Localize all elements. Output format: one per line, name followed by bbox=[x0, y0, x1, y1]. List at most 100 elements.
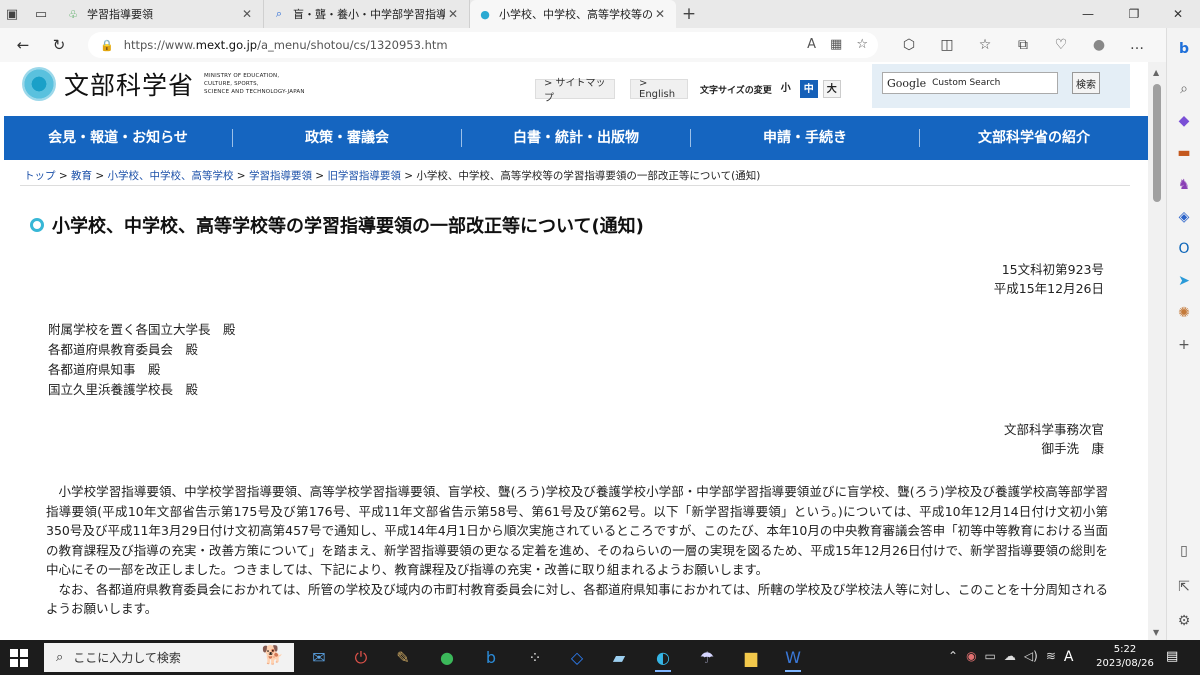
sidebar-layout-icon[interactable]: ▯ bbox=[1167, 540, 1200, 562]
breadcrumb-education[interactable]: 教育 bbox=[71, 170, 92, 182]
font-size-large-button[interactable]: 大 bbox=[822, 80, 841, 98]
scroll-up-icon[interactable]: ▲ bbox=[1153, 68, 1159, 77]
more-menu-icon[interactable]: … bbox=[1118, 32, 1156, 58]
toolbox-icon[interactable]: ▬ bbox=[1167, 142, 1200, 164]
close-icon[interactable]: ✕ bbox=[652, 7, 668, 21]
tab-1[interactable]: ♧ 学習指導要領 ✕ bbox=[58, 0, 264, 28]
paint-icon[interactable]: ✎ bbox=[386, 643, 420, 672]
extension-icon[interactable]: ✺ bbox=[1167, 302, 1200, 324]
tab-2[interactable]: ⌕ 盲・聾・養小・中学部学習指導要領 ✕ bbox=[264, 0, 470, 28]
add-icon[interactable]: + bbox=[1167, 334, 1200, 356]
global-nav: 会見・報道・お知らせ 政策・審議会 白書・統計・出版物 申請・手続き 文部科学省… bbox=[4, 116, 1148, 160]
page-scrollbar[interactable]: ▲ ▼ bbox=[1148, 62, 1166, 640]
app-icon[interactable]: ⁘ bbox=[518, 643, 552, 672]
breadcrumb-schools[interactable]: 小学校、中学校、高等学校 bbox=[107, 170, 233, 182]
tab-actions-icon[interactable]: ▭ bbox=[24, 0, 58, 28]
tab-title: 盲・聾・養小・中学部学習指導要領 bbox=[293, 8, 445, 21]
search-input[interactable]: Google Custom Search bbox=[882, 72, 1058, 94]
settings-gear-icon[interactable]: ⚙ bbox=[1167, 610, 1200, 632]
power-app-icon[interactable]: ⏻ bbox=[344, 643, 378, 672]
tag-icon[interactable]: ◆ bbox=[1167, 110, 1200, 132]
ime-indicator[interactable]: A bbox=[1064, 649, 1074, 665]
mext-icon: ● bbox=[480, 7, 490, 21]
office-icon[interactable]: ◈ bbox=[1167, 206, 1200, 228]
workspaces-icon[interactable]: ▣ bbox=[0, 0, 24, 28]
recipient: 各都道府県教育委員会 殿 bbox=[48, 342, 199, 357]
clock-date: 2023/08/26 bbox=[1096, 658, 1154, 669]
new-tab-button[interactable]: + bbox=[676, 0, 702, 28]
read-aloud-icon[interactable]: A bbox=[807, 37, 816, 52]
chevron-up-icon[interactable]: ⌃ bbox=[948, 649, 958, 665]
tab-3[interactable]: ● 小学校、中学校、高等学校等の学習 ✕ bbox=[470, 0, 676, 28]
bing-app-icon[interactable]: b bbox=[474, 643, 508, 672]
sender-org: 文部科学事務次官 bbox=[1003, 422, 1104, 437]
breadcrumb-curriculum[interactable]: 学習指導要領 bbox=[249, 170, 312, 182]
network-icon[interactable]: ▭ bbox=[985, 649, 996, 665]
font-size-small-button[interactable]: 小 bbox=[777, 80, 795, 98]
breadcrumb-old-curriculum[interactable]: 旧学習指導要領 bbox=[327, 170, 401, 182]
tab-strip: ▣ ▭ ♧ 学習指導要領 ✕ ⌕ 盲・聾・養小・中学部学習指導要領 ✕ ● 小学… bbox=[0, 0, 1200, 28]
cloud-icon[interactable]: ☁ bbox=[1004, 649, 1016, 665]
restore-icon[interactable]: ❐ bbox=[1112, 0, 1156, 28]
mail-icon[interactable]: ✉ bbox=[302, 643, 336, 672]
windows-start-icon[interactable] bbox=[10, 649, 28, 667]
favorite-star-icon[interactable]: ☆ bbox=[856, 37, 868, 52]
open-external-icon[interactable]: ⇱ bbox=[1167, 576, 1200, 598]
google-logo: Google bbox=[887, 76, 927, 90]
scrollbar-thumb[interactable] bbox=[1153, 84, 1161, 202]
dropbox-icon[interactable]: ◇ bbox=[560, 643, 594, 672]
nav-press[interactable]: 会見・報道・お知らせ bbox=[4, 129, 233, 147]
profile-avatar-icon[interactable]: ● bbox=[1080, 32, 1118, 58]
outlook-icon[interactable]: O bbox=[1167, 238, 1200, 260]
line-app-icon[interactable]: ● bbox=[430, 643, 464, 672]
collections-icon[interactable]: ⧉ bbox=[1004, 32, 1042, 58]
extensions-icon[interactable]: ⬡ bbox=[890, 32, 928, 58]
send-icon[interactable]: ➤ bbox=[1167, 270, 1200, 292]
security-icon[interactable]: ◉ bbox=[966, 649, 976, 665]
nav-applications[interactable]: 申請・手続き bbox=[691, 129, 920, 147]
mext-emblem-icon bbox=[22, 67, 56, 101]
sender-name: 御手洗 康 bbox=[1041, 441, 1104, 456]
app-available-icon[interactable]: ▦ bbox=[830, 37, 842, 52]
search-placeholder: Custom Search bbox=[932, 78, 1001, 88]
close-window-icon[interactable]: ✕ bbox=[1156, 0, 1200, 28]
scroll-down-icon[interactable]: ▼ bbox=[1153, 628, 1159, 637]
sitemap-link[interactable]: > サイトマップ bbox=[535, 78, 615, 104]
favorites-icon[interactable]: ☆ bbox=[966, 32, 1004, 58]
close-icon[interactable]: ✕ bbox=[445, 7, 461, 21]
search-icon[interactable]: ⌕ bbox=[1167, 78, 1200, 100]
lock-icon: 🔒 bbox=[100, 38, 114, 52]
site-search: Google Custom Search 検索 bbox=[872, 64, 1130, 108]
minimize-icon[interactable]: — bbox=[1066, 0, 1110, 28]
copilot-icon[interactable]: b bbox=[1167, 38, 1200, 60]
edge-browser-icon[interactable]: ◐ bbox=[646, 643, 680, 672]
back-icon[interactable]: ← bbox=[8, 30, 38, 60]
close-icon[interactable]: ✕ bbox=[239, 7, 255, 21]
nav-publications[interactable]: 白書・統計・出版物 bbox=[462, 129, 691, 147]
nav-policy[interactable]: 政策・審議会 bbox=[233, 129, 462, 147]
search-icon: ⌕ bbox=[56, 650, 64, 665]
taskbar-search[interactable]: ⌕ ここに入力して検索 🐕 bbox=[44, 643, 294, 672]
file-explorer-icon[interactable]: ▆ bbox=[734, 643, 768, 672]
word-icon[interactable]: W bbox=[776, 643, 810, 672]
breadcrumb-top[interactable]: トップ bbox=[24, 170, 56, 182]
games-icon[interactable]: ♞ bbox=[1167, 174, 1200, 196]
notification-icon[interactable]: ▤ bbox=[1166, 649, 1178, 664]
system-tray: ⌃ ◉ ▭ ☁ ◁) ≋ A bbox=[948, 649, 1073, 665]
taskbar-clock[interactable]: 5:22 2023/08/26 bbox=[1096, 643, 1154, 671]
notepad-icon[interactable]: ▰ bbox=[602, 643, 636, 672]
english-link[interactable]: > English bbox=[630, 78, 688, 100]
umbrella-app-icon[interactable]: ☂ bbox=[690, 643, 724, 672]
browser-essentials-icon[interactable]: ♡ bbox=[1042, 32, 1080, 58]
recipient: 各都道府県知事 殿 bbox=[48, 362, 161, 377]
font-size-medium-button[interactable]: 中 bbox=[799, 80, 818, 98]
refresh-icon[interactable]: ↻ bbox=[44, 30, 74, 60]
body-paragraph: なお、各都道府県教育委員会におかれては、所管の学校及び域内の市町村教育委員会に対… bbox=[46, 581, 1108, 617]
volume-icon[interactable]: ◁) bbox=[1024, 649, 1038, 665]
nav-about[interactable]: 文部科学省の紹介 bbox=[920, 129, 1148, 147]
split-screen-icon[interactable]: ◫ bbox=[928, 32, 966, 58]
mext-logo[interactable]: 文部科学省 MINISTRY OF EDUCATION, CULTURE, SP… bbox=[22, 66, 305, 102]
address-bar[interactable]: 🔒 https://www. mext.go.jp/a_menu/shotou/c… bbox=[88, 32, 878, 58]
search-button[interactable]: 検索 bbox=[1072, 72, 1100, 94]
wifi-icon[interactable]: ≋ bbox=[1046, 649, 1056, 665]
